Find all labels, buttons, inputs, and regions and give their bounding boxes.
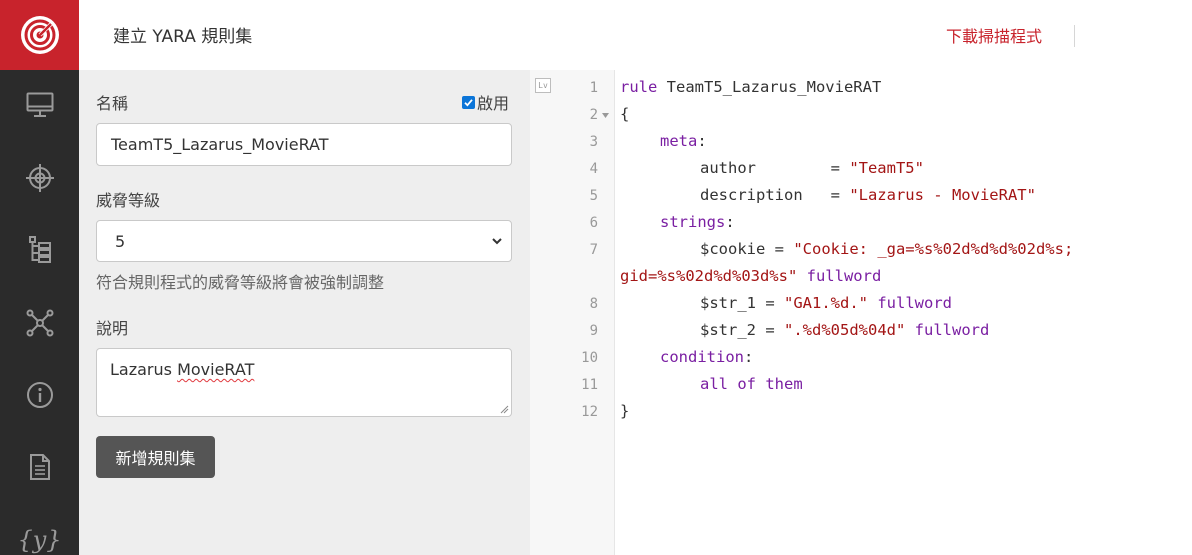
code-keyword: fullword: [797, 267, 882, 285]
threat-level-select[interactable]: 5: [96, 220, 512, 262]
code-line: condition:: [660, 348, 753, 366]
code-line: author = "TeamT5": [700, 159, 924, 177]
sidebar-item-network[interactable]: [0, 298, 79, 348]
network-icon: [26, 309, 53, 337]
code-keyword: strings: [660, 213, 726, 231]
line-number: 7: [589, 242, 598, 258]
line-number: 8: [589, 296, 598, 312]
code-string: "Lazarus - MovieRAT": [849, 186, 1036, 204]
name-label: 名稱: [96, 94, 129, 113]
code-text: author =: [700, 159, 850, 177]
sidebar-item-yara[interactable]: {y}: [0, 515, 79, 555]
page-title: 建立 YARA 規則集: [113, 27, 253, 47]
radar-logo-icon: [20, 16, 59, 54]
description-textarea[interactable]: Lazarus MovieRAT: [96, 348, 512, 417]
monitor-icon: [26, 92, 53, 117]
code-keyword: condition: [660, 348, 744, 366]
code-text: :: [744, 348, 754, 366]
code-line-wrapped: gid=%s%02d%d%03d%s" fullword: [620, 267, 881, 285]
sidebar-item-info[interactable]: [0, 370, 79, 420]
line-number: 1: [589, 80, 598, 96]
line-number: 12: [581, 404, 598, 420]
line-number: 9: [589, 323, 598, 339]
code-text: {: [620, 105, 630, 123]
code-line: $cookie = "Cookie: _ga=%s%02d%d%d%02d%s;: [700, 240, 1073, 258]
app-root: {y} 建立 YARA 規則集 下載掃描程式 名稱 啟用 TeamT5_Laza…: [0, 0, 1192, 555]
code-string: gid=%s%02d%d%03d%s": [620, 267, 798, 285]
code-string: "GA1.%d.": [784, 294, 868, 312]
code-line: {: [620, 105, 629, 123]
ruleset-form: 名稱 啟用 TeamT5_Lazarus_MovieRAT 威脅等級 5 符合規…: [79, 70, 530, 555]
threat-level-hint: 符合規則程式的威脅等級將會被強制調整: [96, 273, 385, 292]
code-text: $str_1 =: [700, 294, 784, 312]
sidebar-item-reports[interactable]: [0, 442, 79, 492]
code-line: }: [620, 402, 629, 420]
app-logo[interactable]: [0, 0, 79, 70]
add-ruleset-button[interactable]: 新增規則集: [96, 436, 215, 478]
enable-label: 啟用: [477, 94, 510, 113]
code-text: $cookie =: [700, 240, 794, 258]
code-string: ".%d%05d%04d": [784, 321, 906, 339]
description-text-prefix: Lazarus: [110, 360, 178, 379]
fold-arrow-icon[interactable]: [602, 113, 609, 119]
checkmark-icon: [464, 98, 473, 107]
line-number: 10: [581, 350, 598, 366]
download-scanner-link[interactable]: 下載掃描程式: [946, 23, 1042, 47]
lint-icon[interactable]: Lv: [535, 78, 551, 93]
tree-list-icon: [28, 236, 51, 263]
info-icon: [26, 382, 53, 408]
code-text: $str_2 =: [700, 321, 784, 339]
line-number: 5: [589, 188, 598, 204]
sidebar-item-process-tree[interactable]: [0, 225, 79, 275]
enable-toggle[interactable]: 啟用: [462, 90, 509, 114]
code-text: }: [620, 402, 630, 420]
resize-grip-icon[interactable]: [499, 404, 509, 414]
threat-level-value: 5: [115, 232, 126, 251]
code-keyword: rule: [620, 78, 658, 96]
document-icon: [29, 454, 50, 480]
code-text: :: [697, 132, 707, 150]
description-text-flagged: MovieRAT: [177, 360, 255, 379]
editor-gutter: Lv 1 2 3 4 5 6 7 8 9 10 11 12: [530, 70, 615, 555]
sidebar-item-threat-hunting[interactable]: [0, 153, 79, 203]
code-line: rule TeamT5_Lazarus_MovieRAT: [620, 78, 881, 96]
code-keyword: meta: [660, 132, 698, 150]
code-line: $str_1 = "GA1.%d." fullword: [700, 294, 952, 312]
crosshair-icon: [25, 164, 54, 192]
line-number: 11: [581, 377, 598, 393]
line-number: 4: [589, 161, 598, 177]
code-text: :: [725, 213, 735, 231]
code-line: strings:: [660, 213, 735, 231]
line-number: 2: [589, 107, 598, 123]
sidebar: {y}: [0, 0, 79, 555]
code-text: TeamT5_Lazarus_MovieRAT: [657, 78, 882, 96]
code-string: "TeamT5": [849, 159, 924, 177]
sidebar-item-endpoints[interactable]: [0, 80, 79, 130]
code-keyword: fullword: [905, 321, 990, 339]
code-line: $str_2 = ".%d%05d%04d" fullword: [700, 321, 989, 339]
threat-level-label: 威脅等級: [96, 191, 161, 210]
code-string: "Cookie: _ga=%s%02d%d%d%02d%s;: [793, 240, 1074, 258]
line-number: 6: [589, 215, 598, 231]
top-header: 建立 YARA 規則集 下載掃描程式: [79, 0, 1192, 70]
code-keyword: fullword: [868, 294, 952, 312]
name-input[interactable]: TeamT5_Lazarus_MovieRAT: [96, 123, 512, 166]
enable-checkbox[interactable]: [462, 95, 475, 109]
code-line: all of them: [700, 375, 803, 393]
line-number: 3: [589, 134, 598, 150]
name-input-value: TeamT5_Lazarus_MovieRAT: [111, 135, 329, 154]
code-line: meta:: [660, 132, 707, 150]
code-text: description =: [700, 186, 850, 204]
yara-code-editor[interactable]: Lv 1 2 3 4 5 6 7 8 9 10 11 12 rule TeamT…: [530, 70, 1192, 555]
header-divider: [1074, 25, 1075, 47]
description-label: 說明: [96, 319, 129, 338]
code-keyword: all of them: [700, 375, 803, 393]
yara-braces-icon: {y}: [17, 526, 62, 554]
chevron-down-icon: [492, 238, 502, 245]
code-line: description = "Lazarus - MovieRAT": [700, 186, 1036, 204]
